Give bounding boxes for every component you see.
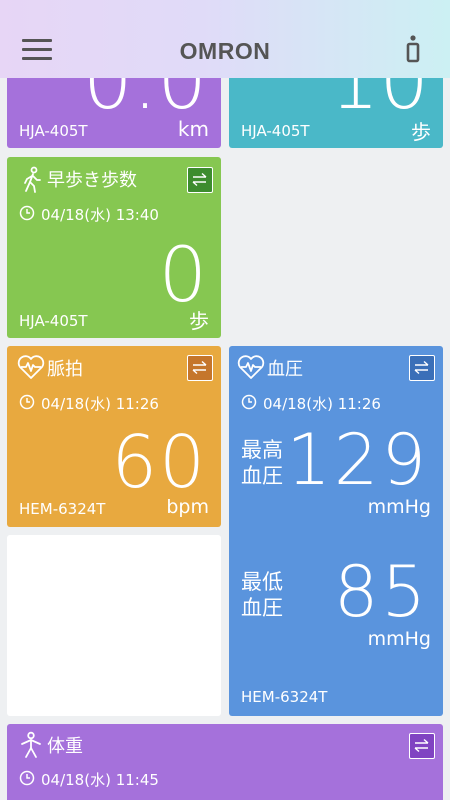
weight-title: 体重 (47, 736, 83, 757)
sync-button[interactable] (187, 355, 213, 381)
pulse-title: 脈拍 (47, 359, 83, 380)
heart-pulse-icon (237, 354, 265, 382)
clock-icon (241, 394, 257, 410)
sync-button[interactable] (409, 355, 435, 381)
steps-unit: 歩 (411, 120, 431, 144)
diastolic-unit: mmHg (367, 628, 431, 650)
brisk-steps-tile[interactable]: 早歩き歩数 04/18(水) 13:40 0 HJA-405T 歩 (7, 157, 221, 338)
clock-icon (19, 205, 35, 221)
empty-tile (7, 535, 221, 716)
systolic-label-line1: 最高 (241, 438, 283, 462)
brand-logo: OMRON (179, 38, 271, 64)
diastolic-label-line1: 最低 (241, 570, 283, 594)
distance-unit: km (177, 117, 209, 141)
pulse-unit: bpm (166, 496, 209, 518)
brisk-steps-title: 早歩き歩数 (47, 170, 137, 191)
brisk-steps-unit: 歩 (189, 309, 209, 333)
blood-pressure-title: 血圧 (267, 359, 303, 380)
pulse-value: 60 (111, 420, 207, 504)
blood-pressure-tile[interactable]: 血圧 04/18(水) 11:26 最高 血圧 129 mmHg 最低 血圧 8… (229, 346, 443, 716)
person-weight-icon (17, 731, 45, 759)
brisk-steps-value: 0 (158, 230, 207, 319)
systolic-label-line2: 血圧 (241, 464, 283, 488)
pulse-device: HEM-6324T (19, 500, 106, 518)
app-header: OMRON (0, 0, 450, 78)
info-icon[interactable] (405, 34, 421, 64)
weight-tile[interactable]: 体重 04/18(水) 11:45 (7, 724, 443, 800)
walking-person-icon (19, 166, 47, 194)
sync-button[interactable] (409, 733, 435, 759)
distance-device: HJA-405T (19, 122, 88, 140)
heart-pulse-icon (17, 354, 45, 382)
sync-button[interactable] (187, 167, 213, 193)
weight-date: 04/18(水) 11:45 (41, 771, 159, 789)
pulse-date: 04/18(水) 11:26 (41, 395, 159, 413)
systolic-unit: mmHg (367, 496, 431, 518)
steps-device: HJA-405T (241, 122, 310, 140)
brisk-steps-device: HJA-405T (19, 312, 88, 330)
blood-pressure-date: 04/18(水) 11:26 (263, 395, 381, 413)
diastolic-value: 85 (333, 551, 429, 633)
brisk-steps-date: 04/18(水) 13:40 (41, 206, 159, 224)
blood-pressure-device: HEM-6324T (241, 688, 328, 706)
clock-icon (19, 394, 35, 410)
diastolic-label-line2: 血圧 (241, 596, 283, 620)
systolic-value: 129 (286, 419, 429, 501)
pulse-tile[interactable]: 脈拍 04/18(水) 11:26 60 HEM-6324T bpm (7, 346, 221, 527)
clock-icon (19, 770, 35, 786)
